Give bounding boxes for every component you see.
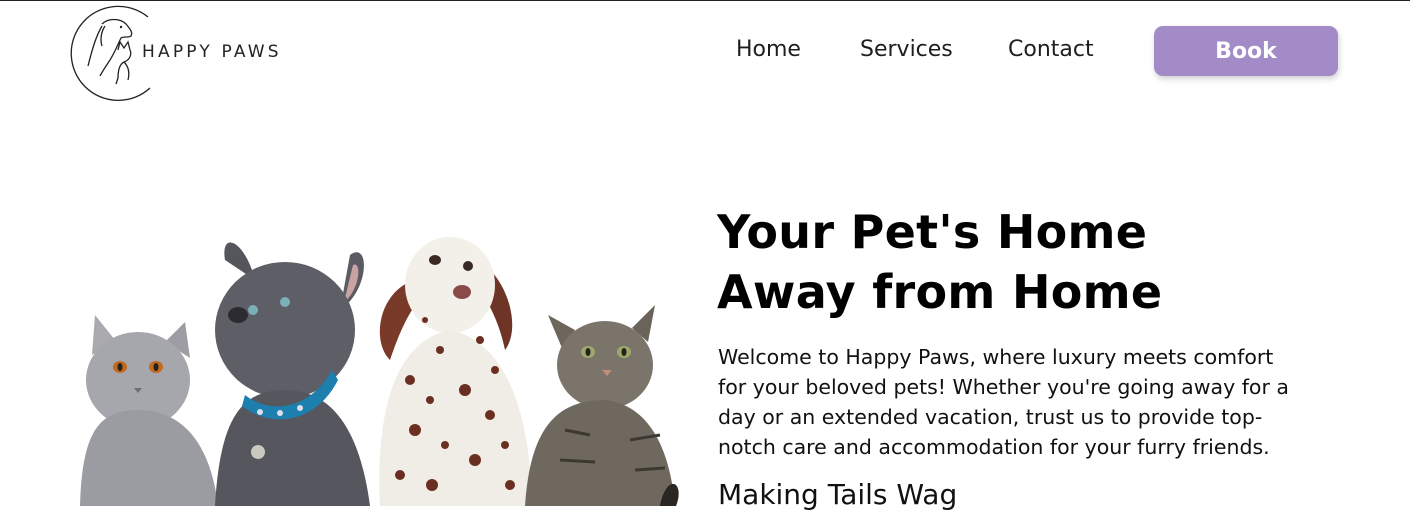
hero-intro: Welcome to Happy Paws, where luxury meet… (718, 342, 1318, 462)
nav-home-link[interactable]: Home (736, 37, 801, 62)
hero-intro-line: day or an extended vacation, trust us to… (718, 405, 1263, 429)
logo[interactable]: HAPPY PAWS (58, 2, 338, 102)
hero-intro-line: for your beloved pets! Whether you're go… (718, 375, 1289, 399)
hero-intro-line: notch care and accommodation for your fu… (718, 435, 1270, 459)
hero-title: Your Pet's Home Away from Home (717, 202, 1162, 322)
hero-subheading: Making Tails Wag (718, 478, 958, 511)
hero-pets-image (70, 230, 690, 506)
hero-title-line: Your Pet's Home (717, 205, 1148, 259)
hero-intro-line: Welcome to Happy Paws, where luxury meet… (718, 345, 1274, 369)
hero-title-line: Away from Home (717, 265, 1163, 319)
brand-name: HAPPY PAWS (142, 42, 282, 62)
dalmatian (379, 237, 532, 506)
nav-contact-link[interactable]: Contact (1008, 37, 1094, 62)
bulldog (215, 242, 370, 506)
book-button[interactable]: Book (1154, 26, 1338, 76)
nav-services-link[interactable]: Services (860, 37, 953, 62)
tabby-cat (525, 305, 679, 506)
top-border (0, 0, 1410, 1)
grey-cat (80, 315, 218, 506)
